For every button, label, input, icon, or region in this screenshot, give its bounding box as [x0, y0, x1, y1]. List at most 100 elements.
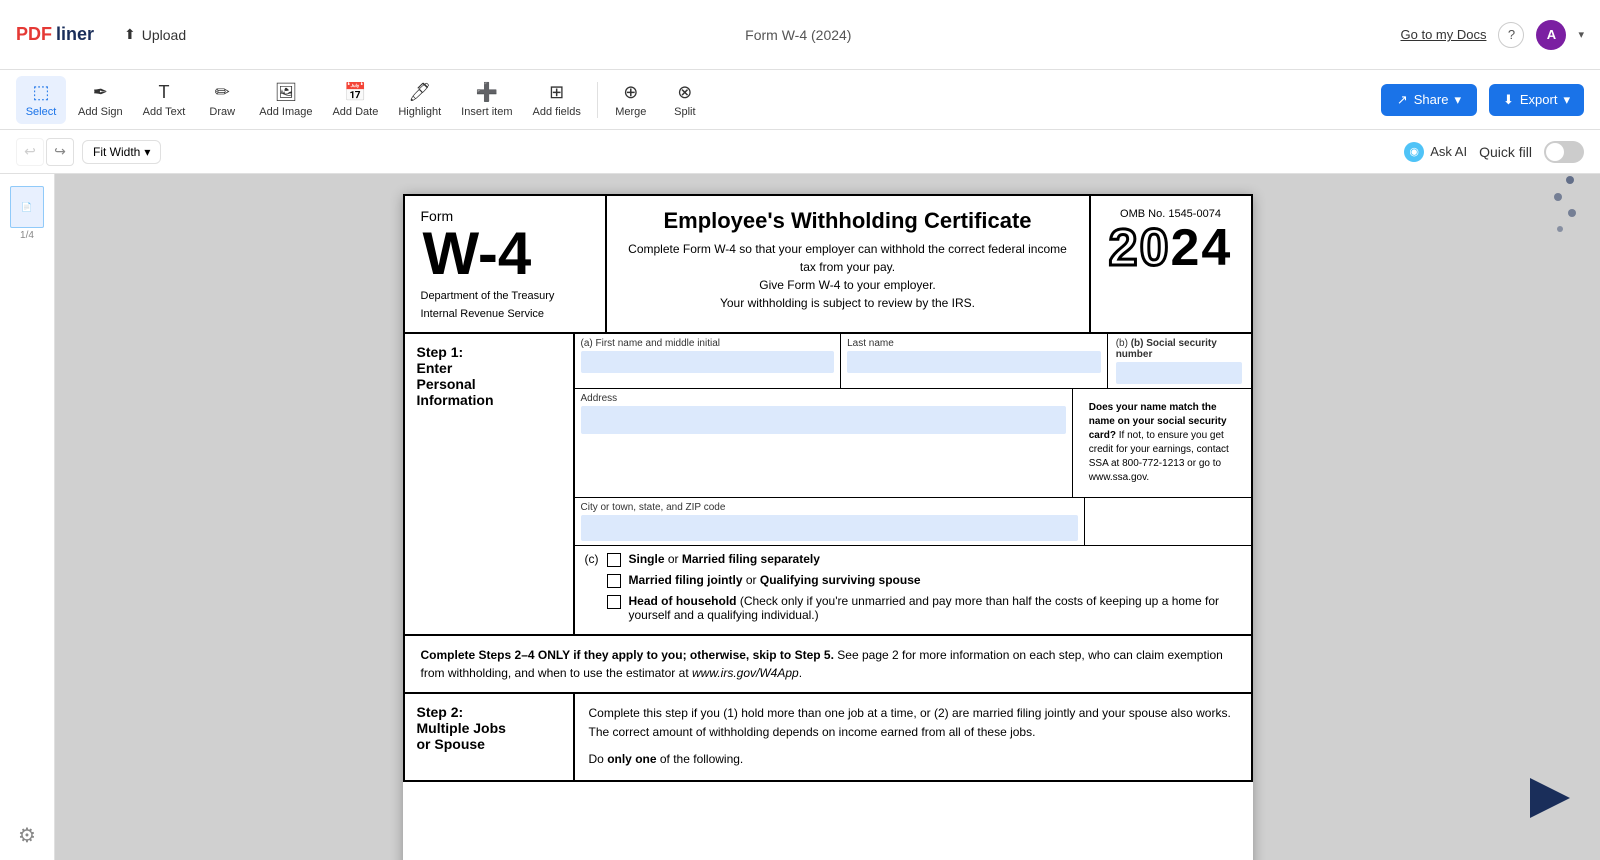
merge-icon: ⊕	[623, 82, 638, 103]
checkbox-married-jointly-label: Married filing jointly or Qualifying sur…	[629, 573, 921, 587]
share-button[interactable]: ↗ Share ▾	[1381, 84, 1477, 116]
navbar-right: Go to my Docs ? A ▾	[1401, 20, 1585, 50]
step2-desc2: Do only one of the following.	[589, 750, 1237, 769]
year-display: 2024	[1107, 220, 1235, 277]
step2-name: Multiple Jobs or Spouse	[417, 720, 561, 752]
add-image-tool[interactable]: 🖼 Add Image	[251, 76, 320, 124]
city-input[interactable]	[581, 515, 1078, 541]
highlight-label: Highlight	[398, 106, 441, 118]
subtitle-2: Give Form W-4 to your employer.	[623, 276, 1073, 294]
address-cell: Address	[575, 389, 1073, 497]
select-tool[interactable]: ⬚ Select	[16, 76, 66, 124]
step2-desc1: Complete this step if you (1) hold more …	[589, 704, 1237, 742]
checkbox-single-label: Single or Married filing separately	[629, 552, 820, 566]
address-input[interactable]	[581, 406, 1066, 434]
add-fields-tool[interactable]: ⊞ Add fields	[525, 76, 589, 124]
fit-width-label: Fit Width	[93, 145, 140, 159]
split-label: Split	[674, 106, 695, 118]
upload-button[interactable]: ⬆ Upload	[114, 20, 196, 49]
city-label: City or town, state, and ZIP code	[581, 502, 1078, 513]
quick-fill-label: Quick fill	[1479, 144, 1532, 160]
checkbox-head-label: Head of household (Check only if you're …	[629, 594, 1241, 622]
checkbox-single[interactable]	[607, 553, 621, 567]
add-text-label: Add Text	[143, 106, 186, 118]
quick-fill-toggle[interactable]	[1544, 141, 1584, 163]
step2-row: Step 2: Multiple Jobs or Spouse Complete…	[405, 694, 1251, 780]
settings-icon[interactable]: ⚙	[18, 823, 36, 848]
export-label: Export	[1520, 92, 1558, 107]
checkbox-section: (c) Single or Married filing separately …	[575, 546, 1251, 634]
ssn-label: (b) (b) Social security number	[1116, 338, 1243, 360]
add-date-tool[interactable]: 📅 Add Date	[324, 76, 386, 124]
pdf-document: Form W-4 Department of the Treasury Inte…	[403, 194, 1253, 860]
page-thumbnail[interactable]: 📄 1/4	[10, 186, 44, 241]
insert-icon: ➕	[476, 82, 498, 103]
checkbox-head[interactable]	[607, 595, 621, 609]
lastname-label: Last name	[847, 338, 1101, 349]
form-number-value: W-4	[423, 224, 532, 284]
irs-label: Internal Revenue Service	[421, 308, 589, 320]
export-button[interactable]: ⬇ Export ▾	[1489, 84, 1584, 116]
export-chevron: ▾	[1563, 92, 1570, 108]
lastname-input[interactable]	[847, 351, 1101, 373]
add-sign-tool[interactable]: ✒ Add Sign	[70, 76, 131, 124]
name-match-cell: Does your name match the name on your so…	[1073, 389, 1251, 497]
complete-steps-bold: Complete Steps 2–4 ONLY if they apply to…	[421, 648, 834, 662]
share-icon: ↗	[1397, 92, 1408, 108]
year-first-two: 20	[1109, 219, 1171, 277]
add-image-label: Add Image	[259, 106, 312, 118]
name-row: (a) First name and middle initial Last n…	[575, 334, 1251, 389]
avatar-chevron[interactable]: ▾	[1578, 28, 1584, 41]
ssn-label-b: (b)	[1116, 338, 1131, 349]
step2-number: Step 2:	[417, 704, 561, 720]
w4-header-center: Employee's Withholding Certificate Compl…	[605, 196, 1091, 332]
add-text-tool[interactable]: T Add Text	[135, 76, 194, 124]
insert-item-label: Insert item	[461, 106, 512, 118]
help-button[interactable]: ?	[1498, 22, 1524, 48]
navbar: PDFliner ⬆ Upload Form W-4 (2024) Go to …	[0, 0, 1600, 70]
page-number-label: 1/4	[20, 230, 34, 241]
firstname-input[interactable]	[581, 351, 835, 373]
ask-ai-label: Ask AI	[1430, 144, 1467, 159]
insert-item-tool[interactable]: ➕ Insert item	[453, 76, 520, 124]
step2-section: Step 2: Multiple Jobs or Spouse Complete…	[403, 694, 1253, 782]
upload-icon: ⬆	[124, 26, 136, 43]
step2-do: Do	[589, 752, 604, 766]
ssn-label-text: (b) Social security number	[1116, 338, 1217, 360]
redo-button[interactable]: ↪	[46, 138, 74, 166]
draw-label: Draw	[209, 106, 235, 118]
select-label: Select	[26, 106, 57, 118]
upload-label: Upload	[142, 27, 186, 43]
toolbar: ⬚ Select ✒ Add Sign T Add Text ✏ Draw 🖼 …	[0, 70, 1600, 130]
subtitle-1: Complete Form W-4 so that your employer …	[623, 240, 1073, 276]
fit-width-chevron: ▾	[144, 145, 150, 159]
step1-label: Step 1: Enter Personal Information	[405, 334, 575, 634]
document-title: Form W-4 (2024)	[196, 27, 1400, 43]
logo[interactable]: PDFliner	[16, 24, 94, 45]
ssn-input[interactable]	[1116, 362, 1243, 384]
w4-header: Form W-4 Department of the Treasury Inte…	[403, 194, 1253, 334]
fit-width-button[interactable]: Fit Width ▾	[82, 140, 161, 164]
go-to-docs-button[interactable]: Go to my Docs	[1401, 27, 1487, 42]
firstname-label: (a) First name and middle initial	[581, 338, 835, 349]
draw-tool[interactable]: ✏ Draw	[197, 76, 247, 124]
step2-of-following: of the following.	[660, 752, 743, 766]
complete-steps-section: Complete Steps 2–4 ONLY if they apply to…	[403, 636, 1253, 694]
subtitle-3: Your withholding is subject to review by…	[623, 294, 1073, 312]
checkbox-c-label: (c)	[585, 552, 599, 566]
split-icon: ⊗	[677, 82, 692, 103]
ask-ai-button[interactable]: ◉ Ask AI	[1404, 142, 1467, 162]
avatar[interactable]: A	[1536, 20, 1566, 50]
merge-tool[interactable]: ⊕ Merge	[606, 76, 656, 124]
highlight-tool[interactable]: 🖊 Highlight	[390, 76, 449, 124]
undo-button[interactable]: ↩	[16, 138, 44, 166]
sec-toolbar-right: ◉ Ask AI Quick fill	[1404, 141, 1584, 163]
image-icon: 🖼	[274, 82, 297, 103]
share-label: Share	[1414, 92, 1449, 107]
split-tool[interactable]: ⊗ Split	[660, 76, 710, 124]
step2-label: Step 2: Multiple Jobs or Spouse	[405, 694, 575, 780]
year-bold: 24	[1171, 219, 1233, 277]
firstname-cell: (a) First name and middle initial	[575, 334, 842, 388]
checkbox-row-head: Head of household (Check only if you're …	[607, 594, 1241, 622]
checkbox-married-jointly[interactable]	[607, 574, 621, 588]
